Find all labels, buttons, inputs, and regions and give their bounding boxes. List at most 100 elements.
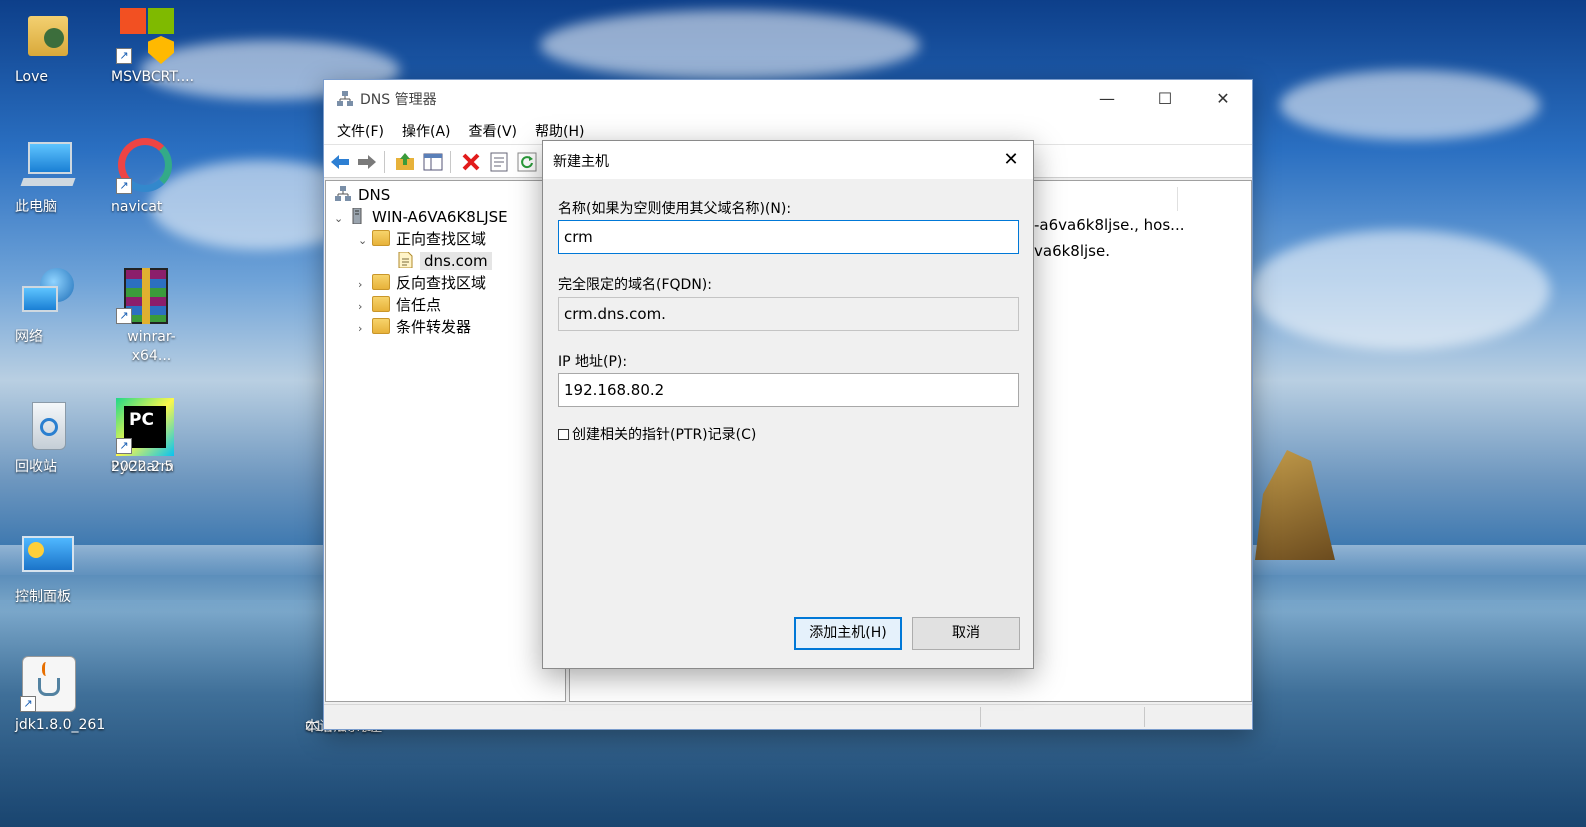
folder-icon bbox=[372, 318, 390, 334]
cancel-button[interactable]: 取消 bbox=[912, 617, 1020, 650]
maximize-button[interactable]: ☐ bbox=[1136, 80, 1194, 118]
desktop-icon-label: 回收站 bbox=[15, 459, 57, 475]
folder-icon bbox=[372, 230, 390, 246]
show-hide-tree-icon[interactable] bbox=[422, 151, 444, 173]
control-panel-icon bbox=[20, 528, 76, 584]
network-icon bbox=[20, 268, 76, 324]
status-bar bbox=[324, 704, 1252, 729]
desktop-icon-jdk[interactable]: ↗ jdk1.8.0_261 bbox=[0, 656, 105, 733]
record-data-cell[interactable]: va6k8ljse. bbox=[1034, 242, 1110, 260]
user-folder-icon bbox=[20, 8, 76, 64]
desktop-icon-recycle-bin[interactable]: 回收站 bbox=[0, 398, 96, 475]
back-arrow-icon[interactable] bbox=[329, 151, 351, 173]
desktop-icon-label: Love bbox=[15, 69, 49, 85]
status-divider bbox=[980, 707, 981, 727]
sea-rock bbox=[1255, 450, 1335, 560]
desktop-icon-control-panel[interactable]: 控制面板 bbox=[0, 528, 96, 605]
tree-item-label: 正向查找区域 bbox=[396, 230, 487, 248]
record-data-cell[interactable]: -a6va6k8ljse., hos... bbox=[1034, 216, 1184, 234]
tree-item-label: 反向查找区域 bbox=[396, 274, 487, 292]
ip-address-input[interactable]: 192.168.80.2 bbox=[558, 373, 1019, 407]
up-folder-icon[interactable] bbox=[394, 151, 416, 173]
navicat-icon: ↗ bbox=[116, 138, 172, 194]
shortcut-arrow-icon: ↗ bbox=[116, 178, 132, 194]
msvbcrt-installer-icon: ↗ bbox=[116, 8, 174, 64]
expand-chevron-icon[interactable]: › bbox=[358, 274, 372, 296]
create-ptr-checkbox[interactable]: 创建相关的指针(PTR)记录(C) bbox=[558, 424, 756, 444]
desktop-icon-network[interactable]: 网络 bbox=[0, 268, 96, 345]
create-ptr-label: 创建相关的指针(PTR)记录(C) bbox=[572, 427, 757, 443]
tree-item-forward-lookup-zones[interactable]: ⌄ 正向查找区域 bbox=[358, 228, 486, 250]
desktop-icon-msvbcrt[interactable]: ↗ MSVBCRT.... bbox=[96, 8, 194, 85]
computer-icon bbox=[20, 138, 76, 194]
desktop-icon-label: 控制面板 bbox=[15, 589, 71, 605]
menu-action[interactable]: 操作(A) bbox=[393, 118, 460, 144]
desktop-icon-this-pc[interactable]: 此电脑 bbox=[0, 138, 96, 215]
window-titlebar[interactable]: DNS 管理器 — ☐ ✕ bbox=[324, 80, 1252, 118]
toolbar-separator bbox=[450, 151, 451, 173]
folder-icon bbox=[372, 296, 390, 312]
menu-file[interactable]: 文件(F) bbox=[328, 118, 393, 144]
host-name-input[interactable]: crm bbox=[558, 220, 1019, 254]
tree-item-reverse-lookup-zones[interactable]: › 反向查找区域 bbox=[358, 272, 486, 294]
ip-address-label: IP 地址(P): bbox=[558, 354, 628, 370]
collapse-chevron-icon[interactable]: ⌄ bbox=[334, 208, 348, 230]
cloud bbox=[1250, 230, 1550, 350]
menu-view[interactable]: 查看(V) bbox=[460, 118, 527, 144]
pycharm-icon: PC ↗ bbox=[116, 398, 174, 456]
shortcut-arrow-icon: ↗ bbox=[116, 48, 132, 64]
name-label: 名称(如果为空则使用其父域名称)(N): bbox=[558, 201, 792, 217]
tree-item-conditional-forwarders[interactable]: › 条件转发器 bbox=[358, 316, 471, 338]
expand-chevron-icon[interactable]: › bbox=[358, 318, 372, 340]
desktop-icon-label: 此电脑 bbox=[15, 199, 57, 215]
properties-icon[interactable] bbox=[488, 151, 510, 173]
forward-arrow-icon[interactable] bbox=[356, 151, 378, 173]
tree-item-zone-dns-com[interactable]: dns.com bbox=[396, 250, 492, 272]
dns-app-icon bbox=[337, 91, 353, 106]
refresh-icon[interactable] bbox=[516, 151, 538, 173]
checkbox-box[interactable] bbox=[558, 428, 569, 440]
desktop-icon-love[interactable]: Love bbox=[0, 8, 96, 85]
column-divider bbox=[1177, 187, 1178, 211]
fqdn-field: crm.dns.com. bbox=[558, 297, 1019, 331]
folder-icon bbox=[372, 274, 390, 290]
tree-item-label: WIN-A6VA6K8LJSE bbox=[372, 208, 508, 226]
tree-item-label: 信任点 bbox=[396, 296, 442, 314]
tree-item-server[interactable]: ⌄ WIN-A6VA6K8LJSE bbox=[334, 206, 508, 228]
window-title: DNS 管理器 bbox=[360, 92, 437, 108]
desktop-icon-navicat[interactable]: ↗ navicat bbox=[96, 138, 192, 215]
minimize-button[interactable]: — bbox=[1078, 80, 1136, 118]
dialog-title: 新建主机 bbox=[553, 154, 609, 170]
shortcut-arrow-icon: ↗ bbox=[116, 308, 132, 324]
shortcut-arrow-icon: ↗ bbox=[20, 696, 36, 712]
delete-icon[interactable] bbox=[460, 151, 482, 173]
recycle-bin-icon bbox=[20, 398, 76, 454]
cloud bbox=[1280, 70, 1540, 140]
toolbar-separator bbox=[384, 151, 385, 173]
tree-item-trust-points[interactable]: › 信任点 bbox=[358, 294, 441, 316]
cloud bbox=[540, 10, 920, 80]
dns-root-icon bbox=[335, 186, 351, 201]
shortcut-arrow-icon: ↗ bbox=[116, 438, 132, 454]
dialog-close-button[interactable]: ✕ bbox=[989, 141, 1033, 179]
desktop-icon-label: 网络 bbox=[15, 329, 43, 345]
tree-item-label: 条件转发器 bbox=[396, 318, 472, 336]
expand-chevron-icon[interactable]: › bbox=[358, 296, 372, 318]
desktop-icon-label: navicat bbox=[111, 199, 163, 215]
winrar-icon: ↗ bbox=[116, 268, 172, 324]
zone-file-icon bbox=[398, 252, 413, 268]
dialog-titlebar[interactable]: 新建主机 ✕ bbox=[543, 141, 1033, 179]
fqdn-label: 完全限定的域名(FQDN): bbox=[558, 277, 712, 293]
desktop-icon-winrar[interactable]: ↗ winrar-x64... bbox=[96, 268, 192, 364]
desktop-icon-pycharm[interactable]: PC ↗ PyCharm 2022.2.5 bbox=[96, 398, 192, 475]
console-tree: DNS ⌄ WIN-A6VA6K8LJSE ⌄ 正向查找区域 dns.com › 反向… bbox=[325, 180, 566, 702]
close-button[interactable]: ✕ bbox=[1194, 80, 1252, 118]
add-host-button[interactable]: 添加主机(H) bbox=[794, 617, 902, 650]
status-divider bbox=[1144, 707, 1145, 727]
collapse-chevron-icon[interactable]: ⌄ bbox=[358, 230, 372, 252]
new-host-dialog: 新建主机 ✕ 名称(如果为空则使用其父域名称)(N): crm 完全限定的域名(… bbox=[542, 140, 1034, 669]
desktop-icon-label: winrar-x64... bbox=[127, 329, 176, 364]
desktop-icon-label: MSVBCRT.... bbox=[111, 69, 195, 85]
tree-item-dns-root[interactable]: DNS bbox=[334, 184, 390, 206]
desktop-icon-label: 2022.2.5 bbox=[111, 459, 174, 475]
